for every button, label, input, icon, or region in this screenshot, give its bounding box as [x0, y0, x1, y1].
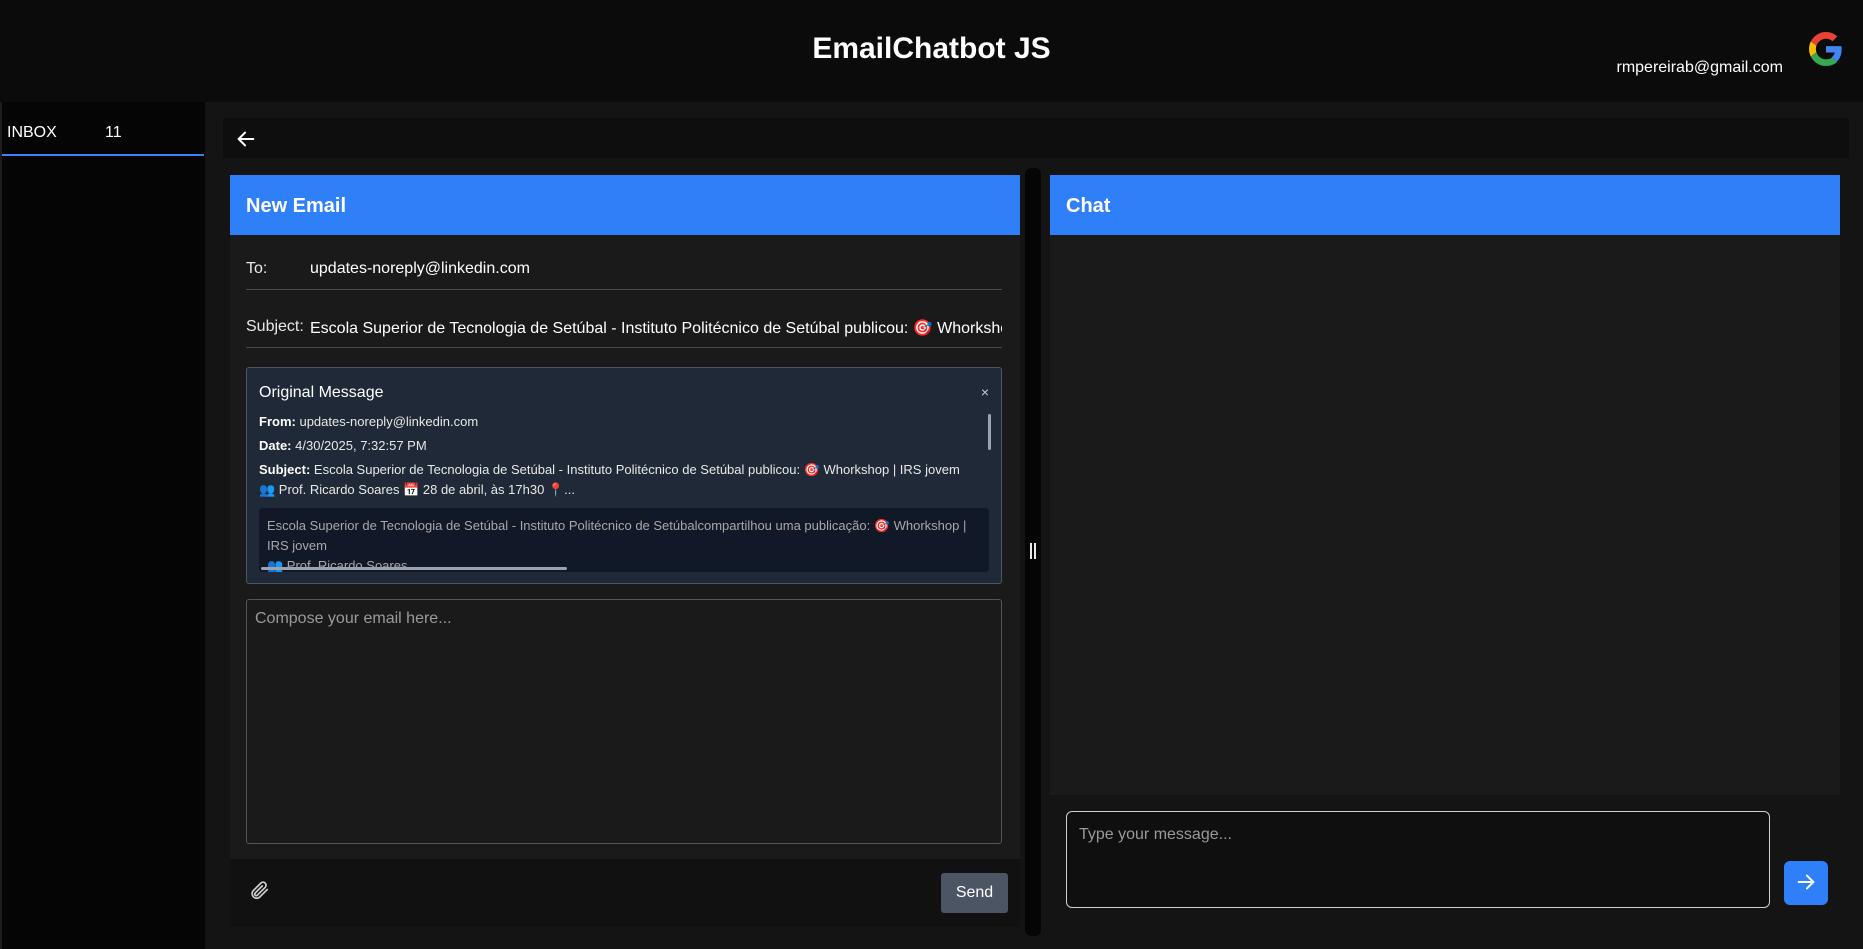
- panel-resize-handle[interactable]: [1025, 168, 1041, 936]
- close-icon[interactable]: ×: [981, 384, 989, 400]
- sidebar: INBOX 11: [0, 102, 205, 949]
- send-button[interactable]: Send: [941, 873, 1008, 913]
- paperclip-icon[interactable]: [248, 879, 270, 901]
- sidebar-item-label: INBOX: [7, 124, 57, 141]
- date-label: Date:: [259, 438, 292, 453]
- sidebar-item-inbox[interactable]: INBOX 11: [2, 116, 204, 156]
- original-date: Date: 4/30/2025, 7:32:57 PM: [259, 436, 969, 456]
- orig-subject-value: Escola Superior de Tecnologia de Setúbal…: [259, 462, 960, 497]
- app-header: EmailChatbot JS rmpereirab@gmail.com: [0, 0, 1863, 102]
- chat-panel-header: Chat: [1050, 175, 1840, 235]
- chat-footer: [1050, 795, 1840, 927]
- to-input[interactable]: updates-noreply@linkedin.com: [310, 260, 1002, 278]
- original-message-body: Escola Superior de Tecnologia de Setúbal…: [259, 508, 989, 572]
- original-subject: Subject: Escola Superior de Tecnologia d…: [259, 460, 969, 500]
- original-message-box: Original Message × From: updates-noreply…: [246, 367, 1002, 584]
- email-footer: Send: [230, 859, 1020, 927]
- google-icon[interactable]: [1809, 32, 1843, 66]
- chat-input[interactable]: [1066, 811, 1770, 908]
- toolbar: [223, 118, 1849, 158]
- vertical-scrollbar[interactable]: [988, 414, 991, 450]
- orig-subject-label: Subject:: [259, 462, 311, 477]
- to-label: To:: [246, 260, 268, 277]
- main-content: New Email To: updates-noreply@linkedin.c…: [205, 102, 1863, 949]
- email-panel-header: New Email: [230, 175, 1020, 235]
- original-message-title: Original Message: [259, 384, 384, 401]
- sidebar-item-count: 11: [105, 124, 122, 141]
- horizontal-scrollbar[interactable]: [261, 567, 567, 570]
- chat-panel: Chat: [1050, 175, 1840, 927]
- chat-send-button[interactable]: [1784, 861, 1828, 905]
- grip-icon: [1030, 543, 1036, 559]
- subject-field[interactable]: Subject: Escola Superior de Tecnologia d…: [246, 306, 1002, 348]
- to-field[interactable]: To: updates-noreply@linkedin.com: [246, 248, 1002, 290]
- arrow-left-icon[interactable]: [235, 128, 257, 150]
- subject-input[interactable]: Escola Superior de Tecnologia de Setúbal…: [310, 318, 1002, 338]
- chat-panel-title: Chat: [1066, 195, 1111, 217]
- from-label: From:: [259, 414, 296, 429]
- original-from: From: updates-noreply@linkedin.com: [259, 412, 969, 432]
- compose-textarea[interactable]: [246, 599, 1002, 844]
- from-value: updates-noreply@linkedin.com: [299, 414, 479, 429]
- body-line: Escola Superior de Tecnologia de Setúbal…: [267, 518, 967, 553]
- date-value: 4/30/2025, 7:32:57 PM: [295, 438, 427, 453]
- email-panel-title: New Email: [246, 195, 347, 217]
- arrow-right-icon: [1797, 874, 1815, 889]
- subject-label: Subject:: [246, 318, 304, 335]
- user-email: rmpereirab@gmail.com: [1616, 59, 1783, 76]
- email-panel: New Email To: updates-noreply@linkedin.c…: [230, 175, 1020, 927]
- app-title: EmailChatbot JS: [812, 32, 1051, 65]
